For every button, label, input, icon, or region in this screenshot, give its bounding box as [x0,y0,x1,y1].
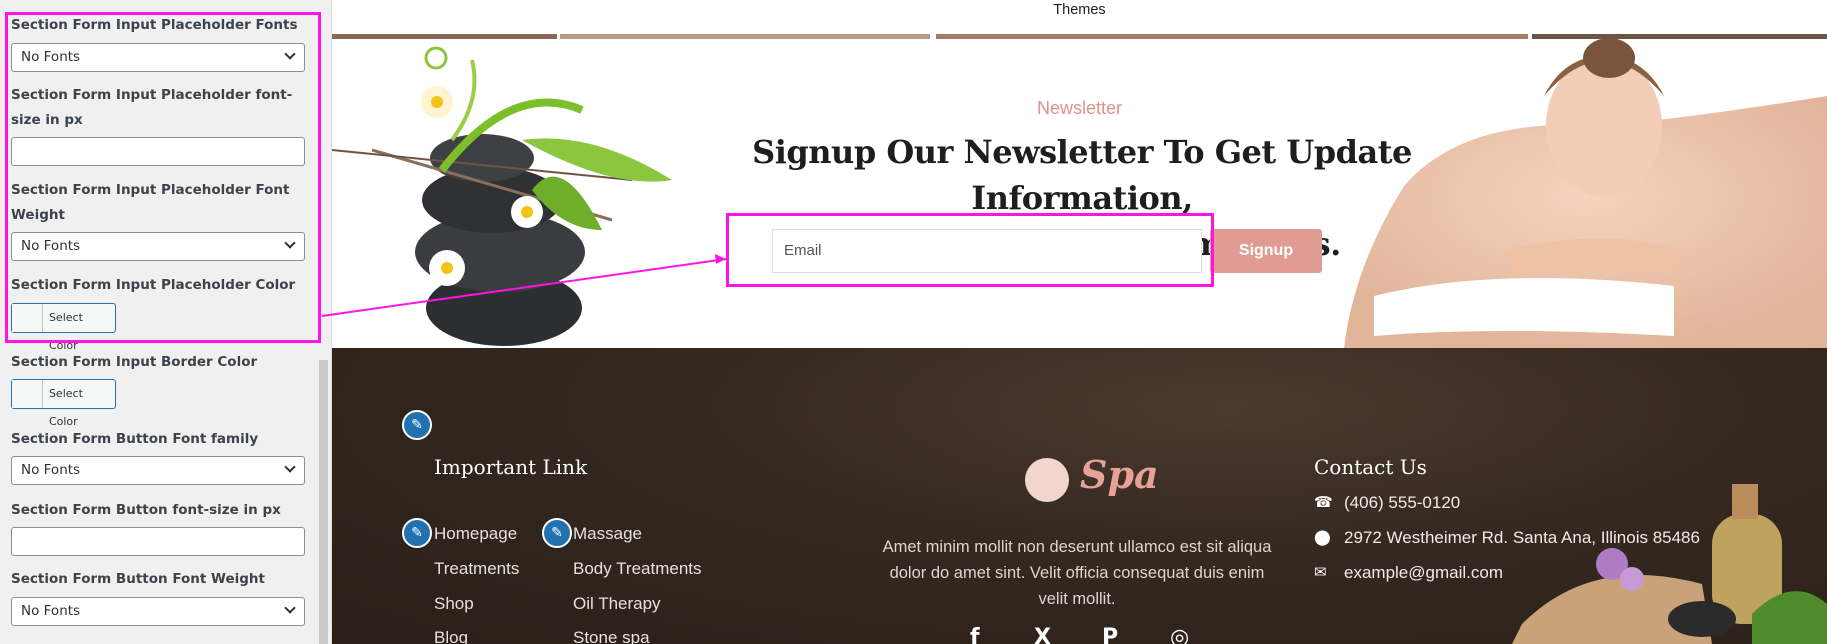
control-label: Section Form Button font-size in px [11,502,281,518]
control-label: Section Form Button Font Weight [11,571,265,587]
chevron-down-icon [284,461,296,473]
contact-phone: ☎ (406) 555-0120 [1314,493,1460,513]
themes-label: Themes [1053,2,1106,18]
footer-link[interactable]: Oil Therapy [573,594,661,614]
color-swatch [12,380,43,408]
spa-logo-text: Spa [1080,452,1159,497]
color-button-label: Select Color [48,387,83,428]
footer-link[interactable]: Homepage [434,524,517,544]
site-footer: ✎ Important Link ✎ Homepage Treatments S… [332,348,1827,644]
instagram-icon[interactable]: ◎ [1170,625,1189,644]
header-image-strip [332,34,557,39]
edit-pencil-icon[interactable]: ✎ [542,518,572,548]
top-bar: Themes [332,0,1827,36]
x-icon[interactable]: X [1034,625,1051,644]
oil-bottle-image [1512,484,1827,644]
select-value: No Fonts [21,462,81,478]
important-link-title: Important Link [434,455,588,479]
facebook-icon[interactable]: f [970,625,980,644]
spa-logo-icon [1025,458,1069,502]
panel-scrollbar[interactable] [319,360,328,644]
highlight-box-email-field [726,213,1214,287]
location-pin-icon: ⬤ [1314,529,1331,546]
contact-phone-text: (406) 555-0120 [1344,493,1461,512]
headline-line: Signup Our Newsletter To Get Update Info… [752,133,1412,217]
footer-link[interactable]: Shop [434,594,474,614]
contact-title: Contact Us [1314,455,1427,479]
edit-pencil-icon[interactable]: ✎ [402,518,432,548]
phone-icon: ☎ [1314,494,1333,511]
button-font-size-input[interactable] [11,527,305,556]
footer-link[interactable]: Blog [434,628,468,644]
footer-link[interactable]: Body Treatments [573,559,702,579]
footer-link[interactable]: Massage [573,524,642,544]
pinterest-icon[interactable]: P [1102,625,1118,644]
button-font-family-select[interactable]: No Fonts [11,456,305,485]
edit-pencil-icon[interactable]: ✎ [402,410,432,440]
spa-stones-image [332,46,672,346]
contact-email: ✉ example@gmail.com [1314,563,1503,583]
control-label: Section Form Input Border Color [11,354,258,370]
select-value: No Fonts [21,603,81,619]
envelope-icon: ✉ [1314,564,1327,581]
footer-link[interactable]: Treatments [434,559,519,579]
header-image-strip [560,34,930,39]
footer-description: Amet minim mollit non deserunt ullamco e… [882,538,1272,608]
footer-link[interactable]: Stone spa [573,628,650,644]
border-color-button[interactable]: Select Color [11,379,116,428]
signup-button[interactable]: Signup [1210,229,1322,273]
chevron-down-icon [284,602,296,614]
button-font-weight-select[interactable]: No Fonts [11,597,305,626]
highlight-box-settings [5,12,321,343]
control-label: Section Form Button Font family [11,431,259,447]
contact-email-text: example@gmail.com [1344,563,1503,582]
site-preview: Themes Newsletter Signup Our Newsletter … [332,0,1827,644]
newsletter-eyebrow: Newsletter [1036,98,1123,118]
